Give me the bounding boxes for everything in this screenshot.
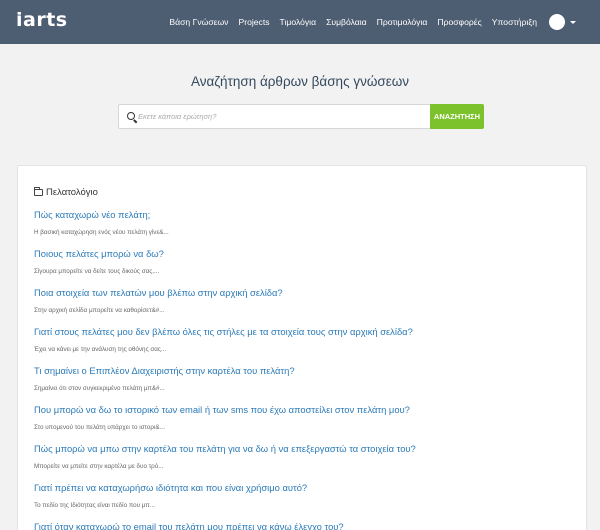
article-link[interactable]: Γιατί στους πελάτες μου δεν βλέπω όλες τ… <box>34 326 574 337</box>
list-item: Πώς καταχωρώ νέο πελάτη; Η βασική καταχώ… <box>34 209 574 236</box>
list-item: Τι σημαίνει ο Επιπλέον Διαχειριστής στην… <box>34 365 574 392</box>
user-avatar[interactable] <box>549 14 565 30</box>
article-link[interactable]: Ποια στοιχεία των πελατών μου βλέπω στην… <box>34 287 574 298</box>
article-link[interactable]: Γιατί πρέπει να καταχωρήσω ιδιότητα και … <box>34 482 574 493</box>
list-item: Γιατί πρέπει να καταχωρήσω ιδιότητα και … <box>34 482 574 509</box>
list-item: Γιατί όταν καταχωρώ το email του πελάτη … <box>34 521 574 530</box>
article-excerpt: Σίγουρα μπορείτε να δείτε τους δικούς σα… <box>34 268 160 275</box>
article-excerpt: Η βασική καταχώρηση ενός νέου πελάτη γίν… <box>34 229 169 236</box>
article-excerpt: Σημαίνει ότι στον συγκεκριμένο πελάτη μπ… <box>34 385 165 392</box>
article-link[interactable]: Πώς μπορώ να μπω στην καρτέλα του πελάτη… <box>34 443 574 454</box>
article-link[interactable]: Που μπορώ να δω το ιστορικό των email ή … <box>34 404 574 415</box>
article-excerpt: Στην αρχική σελίδα μπορείτε να καθορίσετ… <box>34 307 165 314</box>
caret-down-icon[interactable] <box>570 21 576 24</box>
search-icon <box>127 112 135 120</box>
page-title: Αναζήτηση άρθρων βάσης γνώσεων <box>190 74 410 89</box>
article-excerpt: Έχει να κάνει με την ανάλυση της οθόνης … <box>34 346 167 353</box>
list-item: Πώς μπορώ να μπω στην καρτέλα του πελάτη… <box>34 443 574 470</box>
category-label: Πελατολόγιο <box>46 186 98 198</box>
nav-invoices[interactable]: Τιμολόγια <box>280 17 317 27</box>
search-button[interactable]: ΑΝΑΖΗΤΗΣΗ <box>430 104 484 129</box>
article-excerpt: Το πεδίο της Ιδιότητας είναι πεδίο που μ… <box>34 502 155 509</box>
article-link[interactable]: Τι σημαίνει ο Επιπλέον Διαχειριστής στην… <box>34 365 574 376</box>
article-link[interactable]: Γιατί όταν καταχωρώ το email του πελάτη … <box>34 521 574 530</box>
list-item: Ποια στοιχεία των πελατών μου βλέπω στην… <box>34 287 574 314</box>
top-navbar: iarts Βάση Γνώσεων Projects Τιμολόγια Συ… <box>0 0 600 44</box>
logo[interactable]: iarts <box>16 9 68 31</box>
list-item: Που μπορώ να δω το ιστορικό των email ή … <box>34 404 574 431</box>
nav-offers[interactable]: Προσφορές <box>437 17 481 27</box>
article-link[interactable]: Πώς καταχωρώ νέο πελάτη; <box>34 209 574 220</box>
search-box <box>118 104 430 129</box>
article-excerpt: Μπορείτε να μπείτε στην καρτέλα με δυο τ… <box>34 463 164 470</box>
nav-contracts[interactable]: Συμβόλαια <box>326 17 367 27</box>
nav-knowledge-base[interactable]: Βάση Γνώσεων <box>169 17 228 27</box>
list-item: Γιατί στους πελάτες μου δεν βλέπω όλες τ… <box>34 326 574 353</box>
nav-proforma[interactable]: Προτιμολόγια <box>377 17 428 27</box>
folder-icon <box>34 186 43 196</box>
articles-panel: Πελατολόγιο Πώς καταχωρώ νέο πελάτη; Η β… <box>17 165 587 530</box>
article-excerpt: Στο υπομενού του πελάτη υπάρχει το ιστορ… <box>34 424 165 431</box>
nav-projects[interactable]: Projects <box>238 17 269 27</box>
main-nav: Βάση Γνώσεων Projects Τιμολόγια Συμβόλαι… <box>159 0 537 44</box>
nav-support[interactable]: Υποστήριξη <box>492 17 537 27</box>
search-input[interactable] <box>138 105 423 128</box>
category-heading[interactable]: Πελατολόγιο <box>34 186 98 198</box>
article-link[interactable]: Ποιους πελάτες μπορώ να δω? <box>34 248 574 259</box>
list-item: Ποιους πελάτες μπορώ να δω? Σίγουρα μπορ… <box>34 248 574 275</box>
